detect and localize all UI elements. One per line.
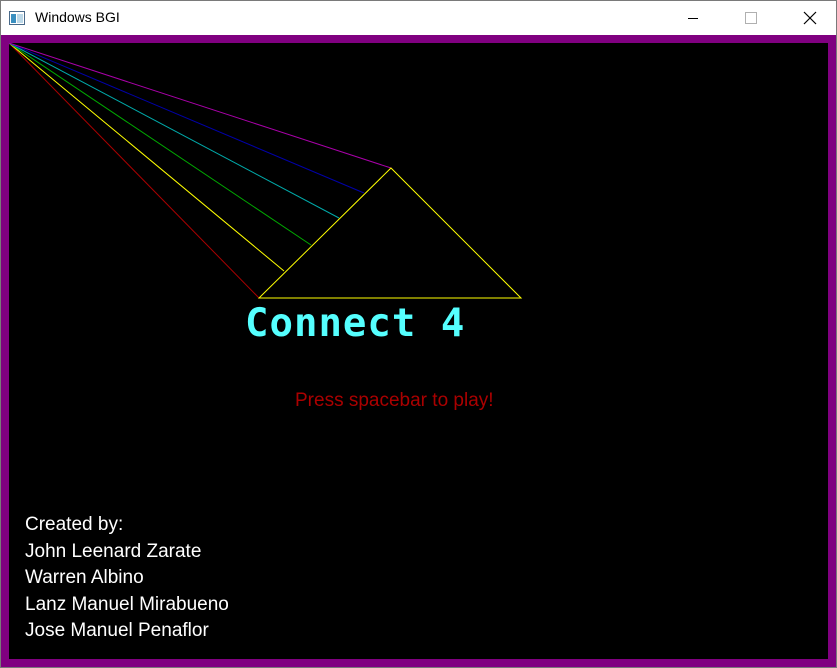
title-bar[interactable]: Windows BGI xyxy=(1,1,836,35)
window-app-icon xyxy=(9,11,25,25)
minimize-button[interactable] xyxy=(670,1,716,35)
bgi-window: Windows BGI Connect 4 Press spacebar to … xyxy=(0,0,837,668)
maximize-icon xyxy=(745,12,757,24)
window-frame: Connect 4 Press spacebar to play! Create… xyxy=(1,35,836,667)
window-title: Windows BGI xyxy=(35,9,120,25)
maximize-button[interactable] xyxy=(728,1,774,35)
credits-heading: Created by: xyxy=(25,514,124,535)
credit-name: John Leenard Zarate xyxy=(25,540,202,562)
cyan-ray xyxy=(9,43,340,219)
yellow-ray xyxy=(9,43,285,272)
credit-name: Lanz Manuel Mirabueno xyxy=(25,593,229,615)
start-prompt: Press spacebar to play! xyxy=(295,390,494,411)
minimize-icon xyxy=(688,18,698,19)
triangle-shape xyxy=(257,167,523,299)
blue-ray xyxy=(9,43,365,194)
credit-name: Warren Albino xyxy=(25,567,144,588)
red-ray xyxy=(9,43,260,299)
credits-block: Created by: John Leenard Zarate Warren A… xyxy=(25,512,229,645)
close-icon xyxy=(803,11,817,25)
green-ray xyxy=(9,43,312,246)
game-canvas[interactable]: Connect 4 Press spacebar to play! Create… xyxy=(9,43,828,659)
magenta-ray xyxy=(9,43,392,169)
game-title: Connect 4 xyxy=(245,301,466,346)
close-button[interactable] xyxy=(787,1,833,35)
credit-name: Jose Manuel Penaflor xyxy=(25,620,209,641)
